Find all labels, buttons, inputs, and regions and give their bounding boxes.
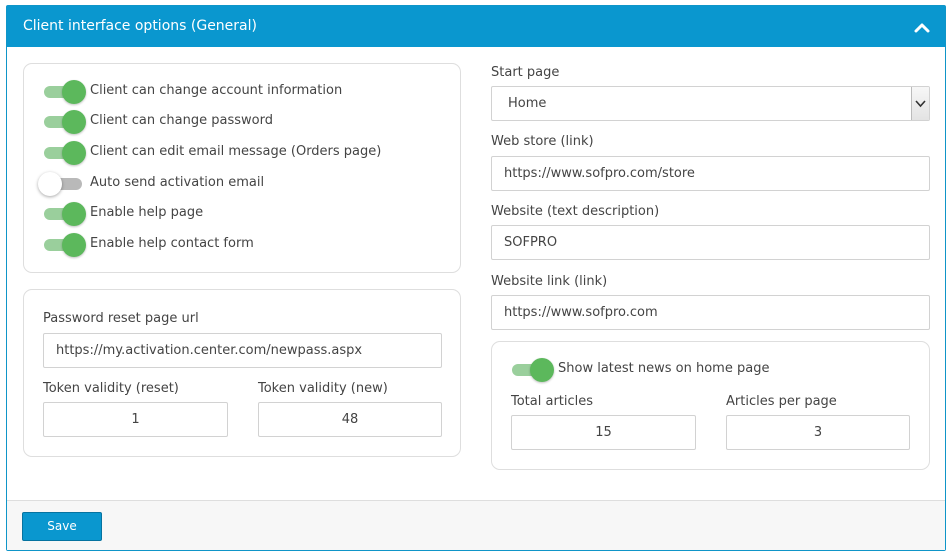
chevron-down-icon[interactable] — [911, 87, 929, 120]
toggle-label: Enable help page — [90, 205, 204, 220]
password-reset-url-input[interactable]: https://my.activation.center.com/newpass… — [43, 333, 442, 368]
website-link-label: Website link (link) — [491, 274, 608, 289]
toggle-edit-email[interactable] — [42, 141, 86, 165]
toggle-change-password[interactable] — [42, 110, 86, 134]
client-interface-options-panel: Client interface options (General) Clien… — [6, 5, 946, 551]
toggle-label: Show latest news on home page — [558, 361, 770, 376]
start-page-label: Start page — [491, 65, 560, 80]
permissions-box: Client can change account information Cl… — [23, 63, 461, 273]
website-link-input[interactable]: https://www.sofpro.com — [491, 295, 930, 330]
total-articles-input[interactable]: 15 — [511, 415, 696, 450]
toggle-account-info[interactable] — [42, 80, 86, 104]
token-new-label: Token validity (new) — [258, 381, 388, 396]
password-reset-box: Password reset page url https://my.activ… — [23, 289, 461, 457]
panel-footer: Save — [7, 500, 945, 550]
articles-per-page-input[interactable]: 3 — [726, 415, 910, 450]
toggle-latest-news[interactable] — [510, 358, 554, 382]
total-articles-label: Total articles — [511, 394, 594, 409]
news-box: Show latest news on home page Total arti… — [491, 341, 930, 470]
toggle-label: Auto send activation email — [90, 175, 265, 190]
save-button[interactable]: Save — [22, 512, 102, 541]
toggle-label: Client can edit email message (Orders pa… — [90, 144, 382, 159]
toggle-label: Enable help contact form — [90, 236, 254, 251]
start-page-selected-value: Home — [508, 96, 547, 111]
password-reset-url-label: Password reset page url — [43, 311, 199, 326]
toggle-label: Client can change password — [90, 113, 273, 128]
token-reset-input[interactable]: 1 — [43, 402, 228, 437]
panel-header: Client interface options (General) — [7, 6, 945, 47]
panel-title: Client interface options (General) — [23, 18, 257, 34]
web-store-input[interactable]: https://www.sofpro.com/store — [491, 156, 930, 191]
website-text-input[interactable]: SOFPRO — [491, 225, 930, 260]
chevron-up-icon[interactable] — [913, 19, 931, 33]
articles-per-page-label: Articles per page — [726, 394, 837, 409]
start-page-select[interactable]: Home — [491, 86, 930, 121]
toggle-auto-activation[interactable] — [38, 172, 84, 196]
toggle-label: Client can change account information — [90, 83, 343, 98]
web-store-label: Web store (link) — [491, 134, 594, 149]
toggle-help-page[interactable] — [42, 202, 86, 226]
token-reset-label: Token validity (reset) — [43, 381, 179, 396]
toggle-help-contact[interactable] — [42, 233, 86, 257]
website-text-label: Website (text description) — [491, 204, 660, 219]
token-new-input[interactable]: 48 — [258, 402, 442, 437]
